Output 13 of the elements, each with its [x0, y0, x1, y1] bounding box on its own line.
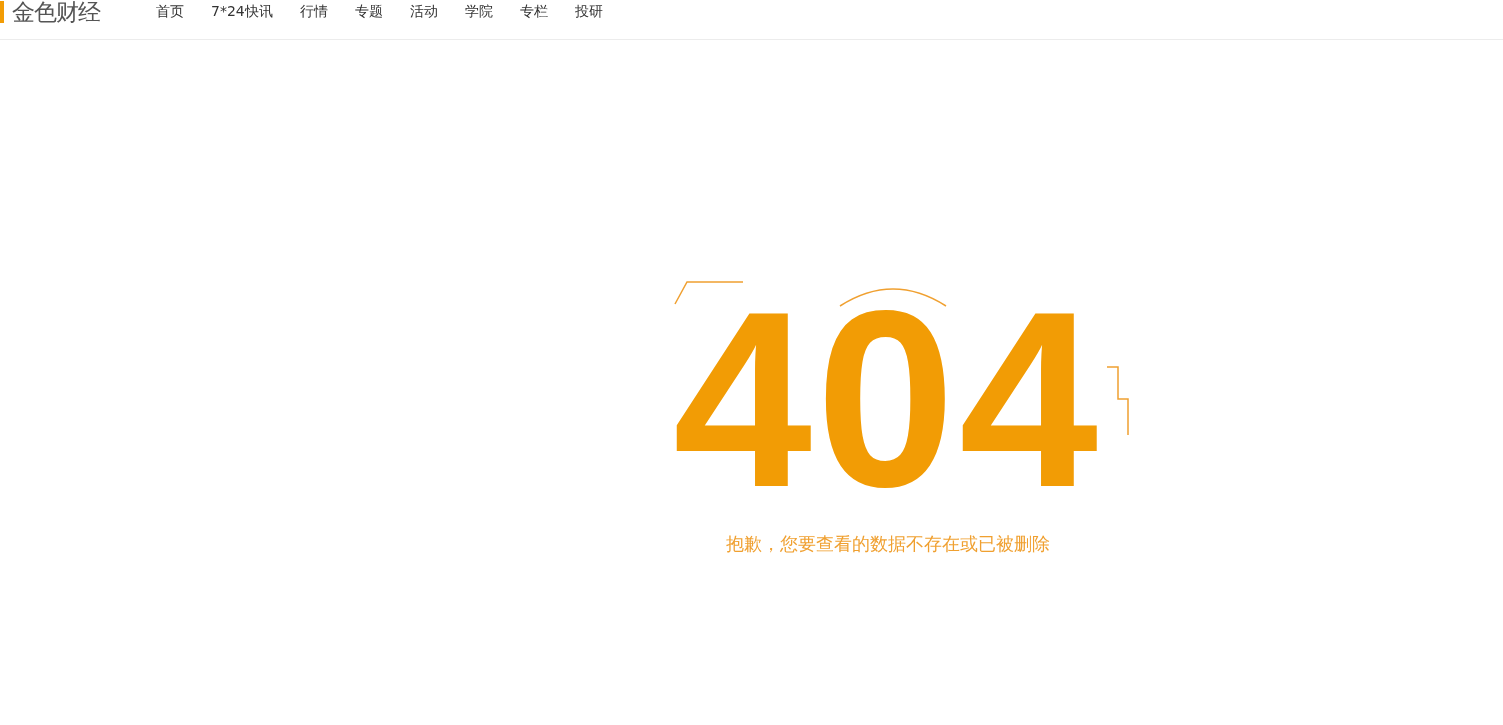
- decorative-bracket: [1106, 365, 1131, 437]
- nav-link[interactable]: 投研: [574, 2, 603, 20]
- nav-link[interactable]: 活动: [409, 2, 438, 20]
- nav-link[interactable]: 首页: [156, 2, 184, 20]
- error-message: 抱歉，您要查看的数据不存在或已被删除: [725, 532, 1050, 556]
- nav-link[interactable]: 专栏: [519, 2, 548, 20]
- nav-link[interactable]: 7*24快讯: [211, 2, 273, 20]
- nav-link[interactable]: 专题: [354, 2, 383, 20]
- logo-accent-bar: [0, 1, 4, 23]
- site-logo[interactable]: 金色财经: [12, 0, 100, 24]
- nav-link[interactable]: 学院: [464, 2, 493, 20]
- nav-link[interactable]: 行情: [299, 2, 328, 20]
- error-code: 404: [672, 310, 1103, 490]
